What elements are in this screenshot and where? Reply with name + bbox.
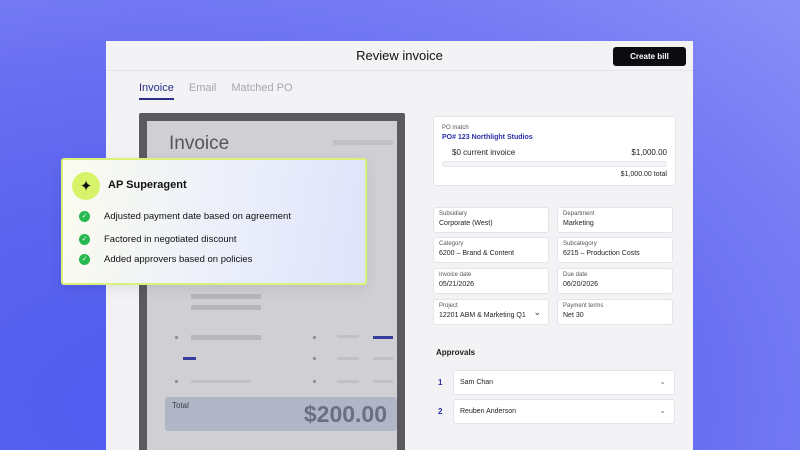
po-progress-bar <box>442 161 667 167</box>
po-total: $1,000.00 total <box>620 171 667 178</box>
doc-placeholder-line <box>373 357 393 360</box>
doc-placeholder-line <box>337 380 359 383</box>
approver-name: Sam Chan <box>460 379 494 386</box>
doc-placeholder-line <box>373 380 393 383</box>
po-match-card: PO match PO# 123 Northlight Studios $0 c… <box>433 116 676 186</box>
doc-placeholder-line <box>191 335 261 340</box>
doc-bullet <box>313 380 316 383</box>
doc-bullet <box>313 336 316 339</box>
field-value: Marketing <box>563 220 594 227</box>
page-title: Review invoice <box>356 48 443 63</box>
doc-placeholder-line <box>337 357 359 360</box>
agent-action-item: ✓ Factored in negotiated discount <box>79 234 237 245</box>
po-link[interactable]: PO# 123 Northlight Studios <box>442 134 533 141</box>
field-value: Corporate (West) <box>439 220 493 227</box>
field-label: Subcategory <box>563 241 597 247</box>
approver-name: Reuben Anderson <box>460 408 517 415</box>
due-date-field[interactable]: Due date 06/20/2026 <box>557 268 673 294</box>
chevron-down-icon: ⌄ <box>659 406 666 415</box>
approvals-heading: Approvals <box>436 348 476 357</box>
approver-select-1[interactable]: Sam Chan ⌄ <box>453 370 675 395</box>
invoice-total-box: Total $200.00 <box>165 397 397 431</box>
agent-title: AP Superagent <box>108 179 187 191</box>
chevron-down-icon: ⌄ <box>659 377 666 386</box>
doc-bullet <box>175 336 178 339</box>
doc-placeholder-line <box>191 294 261 299</box>
agent-action-text: Added approvers based on policies <box>104 254 253 265</box>
invoice-date-field[interactable]: Invoice date 05/21/2026 <box>433 268 549 294</box>
agent-action-text: Factored in negotiated discount <box>104 234 237 245</box>
doc-placeholder-line <box>373 336 393 339</box>
po-match-label: PO match <box>442 125 469 131</box>
field-label: Invoice date <box>439 272 472 278</box>
approval-step-number: 1 <box>438 378 443 387</box>
approver-select-2[interactable]: Reuben Anderson ⌄ <box>453 399 675 424</box>
approval-step-number: 2 <box>438 407 443 416</box>
field-label: Category <box>439 241 464 247</box>
agent-action-item: ✓ Added approvers based on policies <box>79 254 252 265</box>
sparkle-icon: ✦ <box>72 172 100 200</box>
check-icon: ✓ <box>79 254 90 265</box>
doc-placeholder-line <box>191 305 261 310</box>
subsidiary-field[interactable]: Subsidiary Corporate (West) <box>433 207 549 233</box>
doc-bullet <box>313 357 316 360</box>
payment-terms-field[interactable]: Payment terms Net 30 <box>557 299 673 325</box>
agent-action-item: ✓ Adjusted payment date based on agreeme… <box>79 211 291 222</box>
total-label: Total <box>172 401 189 410</box>
category-field[interactable]: Category 6200 – Brand & Content <box>433 237 549 263</box>
field-value: 6215 – Production Costs <box>563 250 640 257</box>
check-icon: ✓ <box>79 211 90 222</box>
top-bar: Review invoice Create bill <box>106 41 693 71</box>
doc-placeholder-line <box>337 335 359 338</box>
field-value: 12201 ABM & Marketing Q1 <box>439 312 526 319</box>
field-label: Department <box>563 211 595 217</box>
subcategory-field[interactable]: Subcategory 6215 – Production Costs <box>557 237 673 263</box>
po-current-row: $0 current invoice $1,000.00 <box>452 148 667 157</box>
ap-superagent-card: ✦ AP Superagent ✓ Adjusted payment date … <box>61 158 367 285</box>
project-select[interactable]: Project 12201 ABM & Marketing Q1 ⌄ <box>433 299 549 325</box>
check-icon: ✓ <box>79 234 90 245</box>
doc-placeholder-line <box>191 380 251 383</box>
po-current-value: $1,000.00 <box>631 148 667 157</box>
doc-placeholder-line <box>333 140 393 145</box>
po-current-label: $0 current invoice <box>452 148 516 157</box>
invoice-doc-title: Invoice <box>169 133 230 154</box>
field-value: 6200 – Brand & Content <box>439 250 515 257</box>
create-bill-button[interactable]: Create bill <box>613 47 686 66</box>
chevron-down-icon: ⌄ <box>533 307 541 317</box>
field-label: Payment terms <box>563 303 604 309</box>
tab-bar: Invoice Email Matched PO <box>139 82 293 100</box>
tab-matched-po[interactable]: Matched PO <box>231 82 292 100</box>
total-amount: $200.00 <box>303 401 387 427</box>
field-value: 05/21/2026 <box>439 281 475 288</box>
agent-action-text: Adjusted payment date based on agreement <box>104 211 291 222</box>
field-value: 06/20/2026 <box>563 281 599 288</box>
field-label: Project <box>439 303 458 309</box>
tab-invoice[interactable]: Invoice <box>139 82 174 100</box>
field-value: Net 30 <box>563 312 584 319</box>
tab-email[interactable]: Email <box>189 82 217 100</box>
field-label: Due date <box>563 272 588 278</box>
doc-placeholder-line <box>183 357 196 360</box>
field-label: Subsidiary <box>439 211 468 217</box>
doc-bullet <box>175 380 178 383</box>
department-field[interactable]: Department Marketing <box>557 207 673 233</box>
